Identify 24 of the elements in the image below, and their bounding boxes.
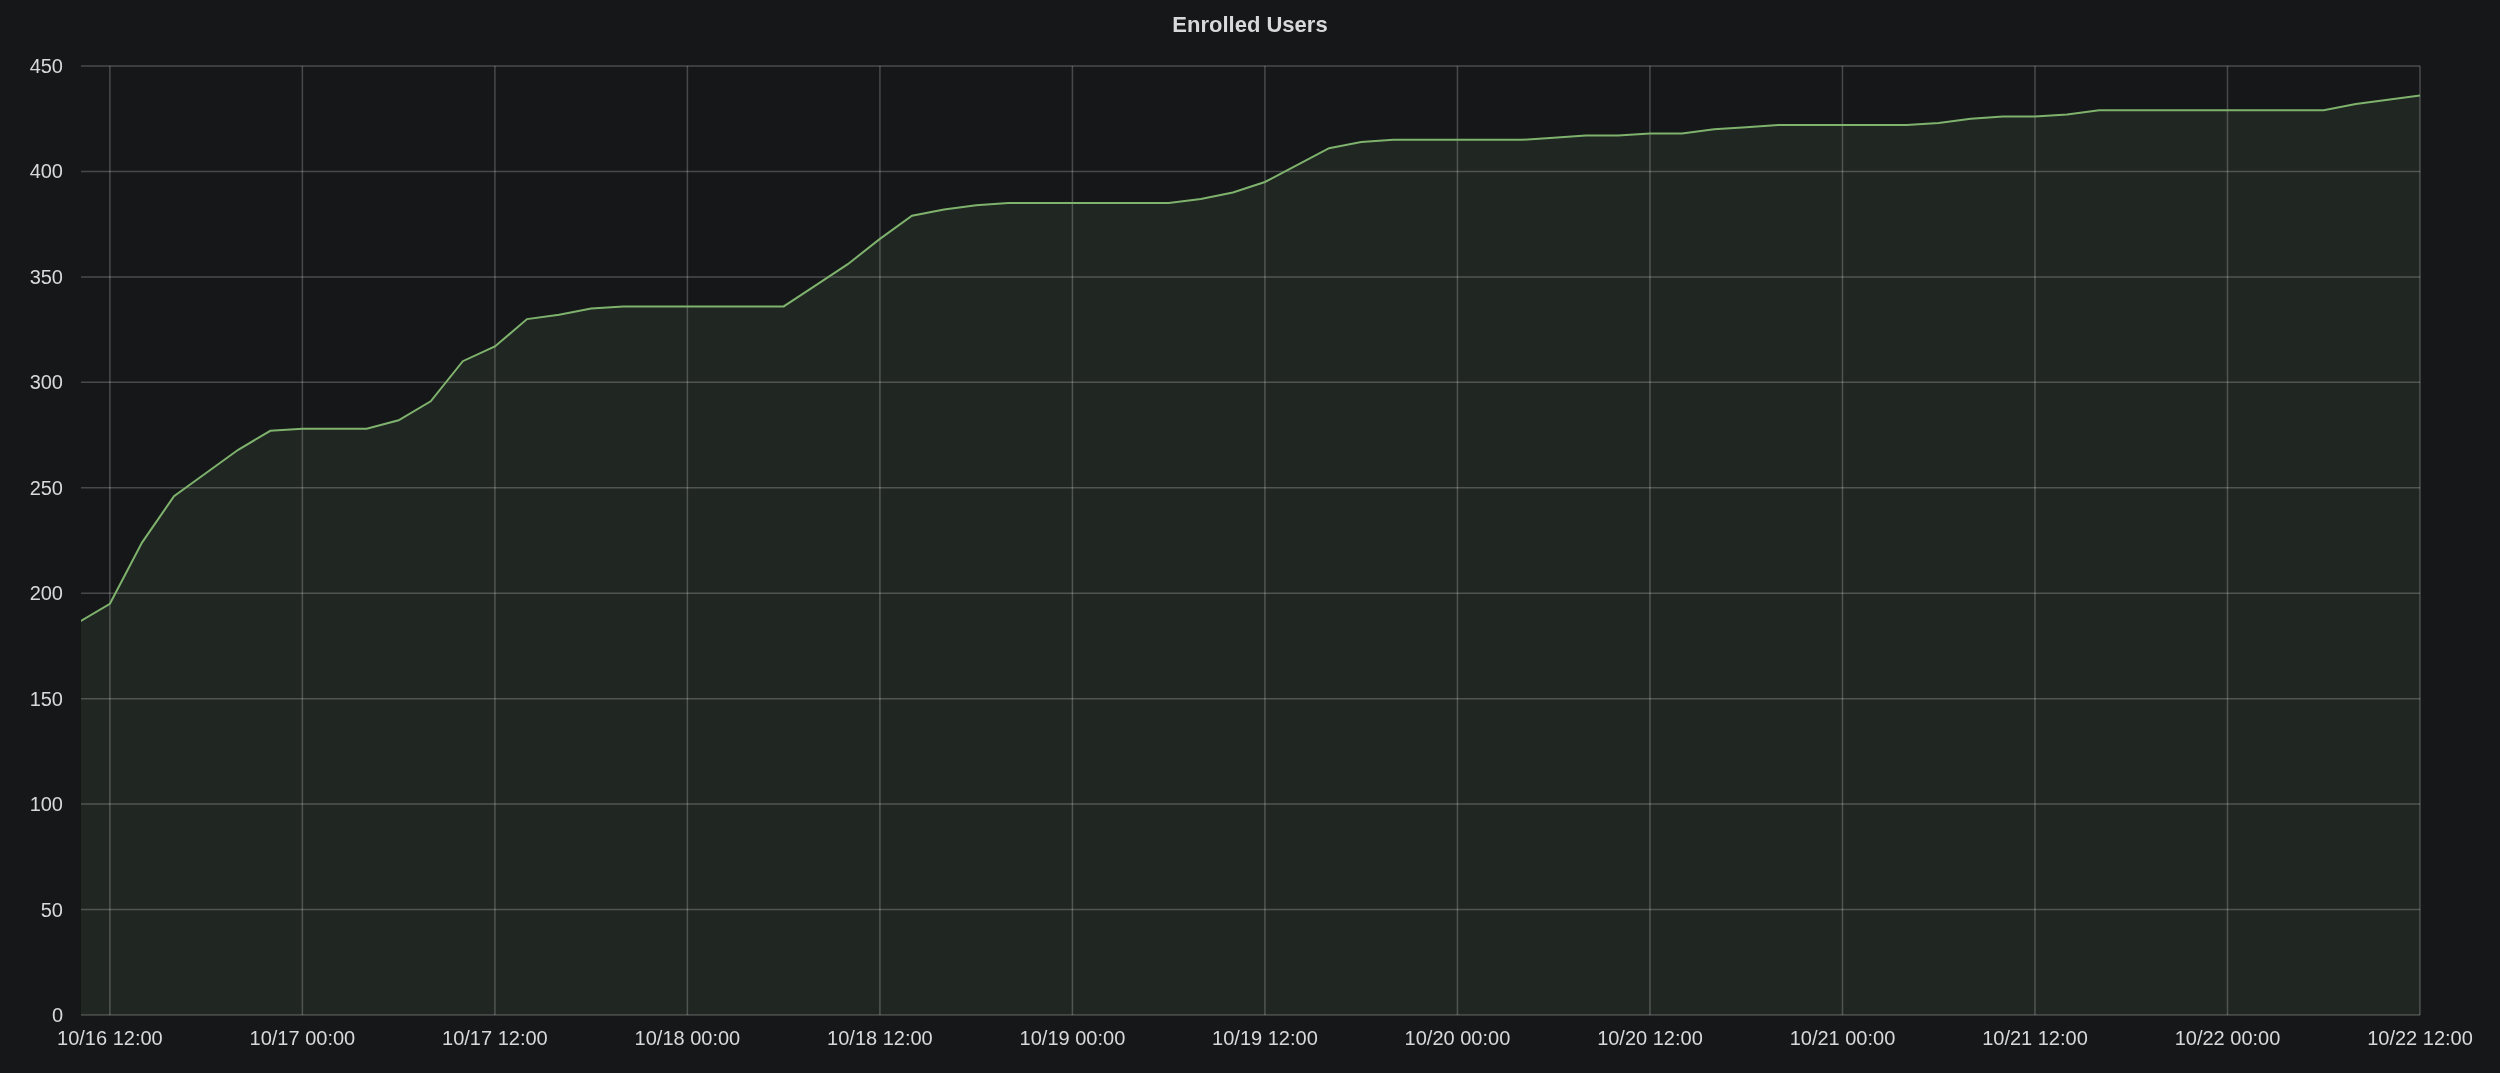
axis-tick-label: 10/22 12:00 <box>2367 1027 2473 1049</box>
axis-tick-label: 400 <box>29 160 63 183</box>
chart-title: Enrolled Users <box>1172 11 1328 39</box>
axis-tick-label: 450 <box>29 55 63 77</box>
axis-tick-label: 10/19 00:00 <box>1019 1027 1126 1049</box>
axis-tick-label: 10/17 00:00 <box>249 1027 356 1049</box>
axis-tick-label: 10/20 12:00 <box>1597 1027 1703 1049</box>
axis-tick-label: 150 <box>29 687 63 710</box>
axis-tick-label: 10/22 00:00 <box>2174 1027 2281 1049</box>
axis-tick-label: 0 <box>51 1004 63 1026</box>
axis-tick-label: 50 <box>40 898 63 921</box>
axis-tick-label: 10/21 12:00 <box>1982 1027 2088 1049</box>
axis-tick-label: 10/21 00:00 <box>1789 1027 1896 1049</box>
axis-tick-label: 10/20 00:00 <box>1404 1027 1511 1049</box>
axis-tick-label: 10/18 00:00 <box>634 1027 741 1049</box>
axis-tick-label: 100 <box>29 793 63 816</box>
axis-tick-label: 300 <box>29 371 63 394</box>
axis-tick-label: 10/17 12:00 <box>442 1027 548 1049</box>
axis-tick-label: 350 <box>29 265 63 288</box>
axis-tick-label: 200 <box>29 582 63 605</box>
axis-tick-label: 10/19 12:00 <box>1212 1027 1318 1049</box>
axis-tick-label: 250 <box>29 476 63 499</box>
axis-tick-label: 10/16 12:00 <box>57 1027 163 1049</box>
axis-tick-label: 10/18 12:00 <box>827 1027 933 1049</box>
